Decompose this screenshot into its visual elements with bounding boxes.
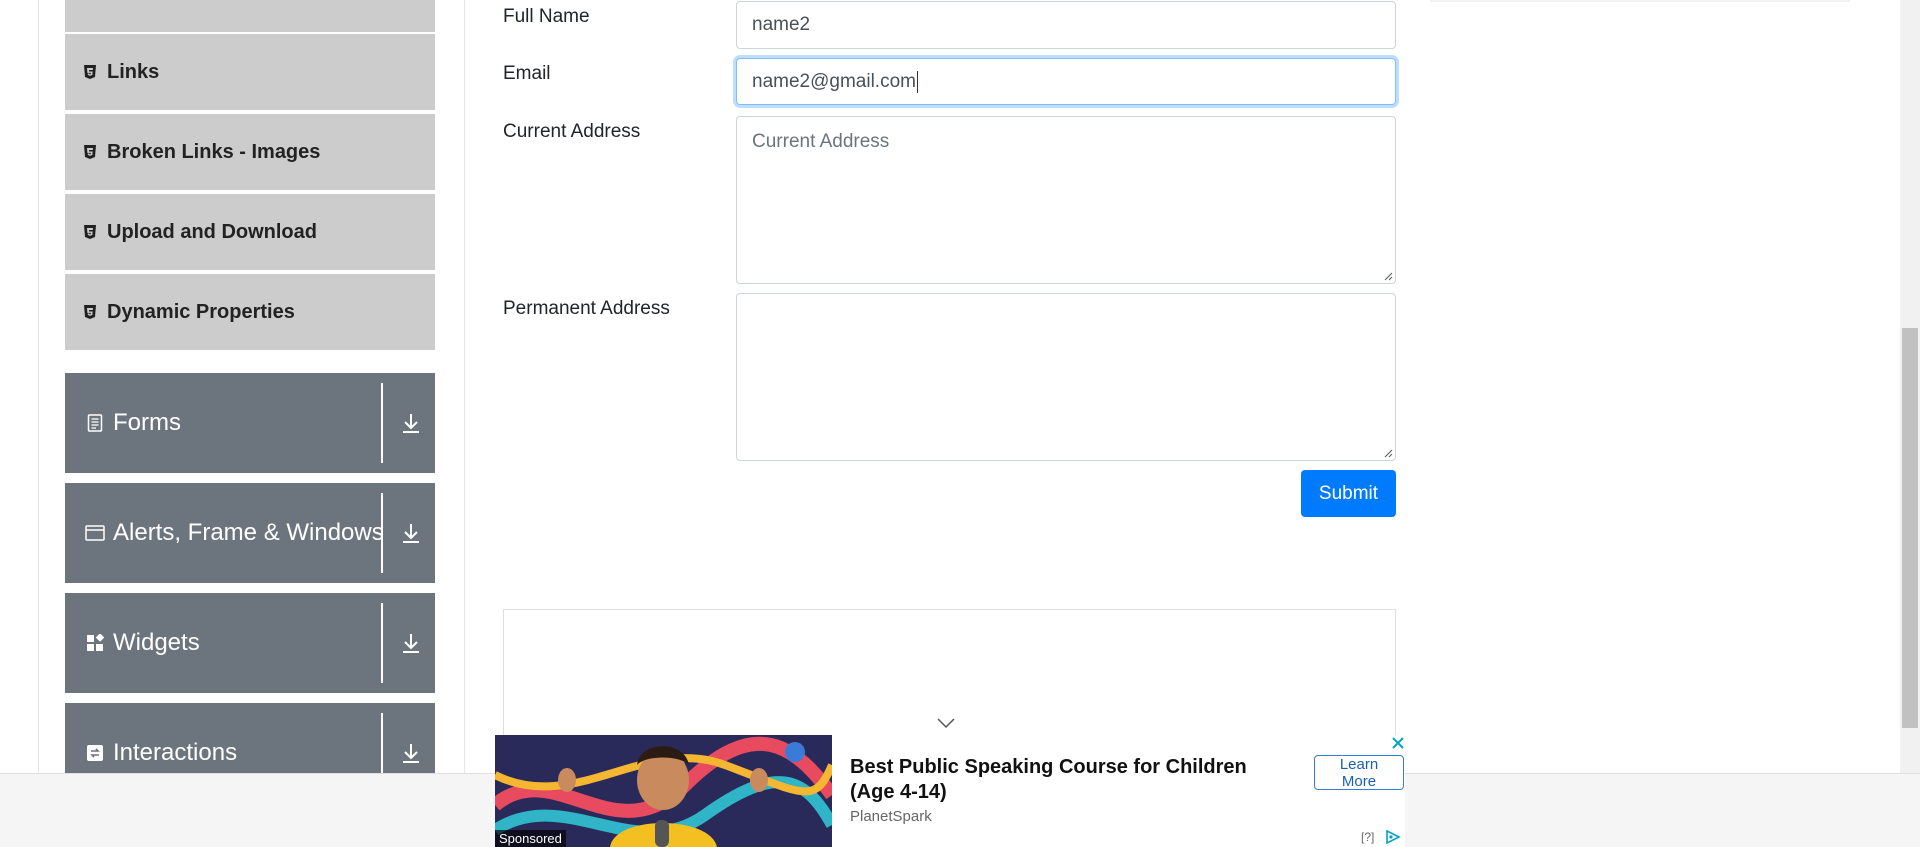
sidebar-item-label: Upload and Download <box>107 220 317 243</box>
email-label: Email <box>503 63 551 84</box>
sidebar-item-buttons-partial[interactable] <box>65 0 435 32</box>
sidebar-item-broken-links[interactable]: Broken Links - Images <box>65 112 435 190</box>
html5-icon <box>83 224 97 240</box>
sidebar-border <box>464 0 465 773</box>
current-address-placeholder: Current Address <box>752 131 890 152</box>
email-value: name2@gmail.com <box>752 70 916 92</box>
sidebar-group-forms[interactable]: Forms <box>65 373 435 473</box>
submit-button[interactable]: Submit <box>1301 470 1396 517</box>
document-icon <box>85 413 105 433</box>
sidebar-item-upload-download[interactable]: Upload and Download <box>65 192 435 270</box>
html5-icon <box>83 144 97 160</box>
sidebar-item-label: Broken Links - Images <box>107 140 321 163</box>
sidebar-item-links[interactable]: Links <box>65 32 435 110</box>
current-address-textarea[interactable]: Current Address <box>736 116 1396 284</box>
sidebar-item-label: Dynamic Properties <box>107 300 295 323</box>
html5-icon <box>83 304 97 320</box>
ad-title[interactable]: Best Public Speaking Course for Children… <box>850 755 1290 805</box>
page-container-border <box>38 0 39 773</box>
sidebar-group-widgets[interactable]: Widgets <box>65 593 435 693</box>
close-icon[interactable] <box>1390 735 1406 751</box>
group-divider <box>381 493 383 573</box>
full-name-value: name2 <box>752 14 811 35</box>
group-divider <box>381 603 383 683</box>
right-column-divider <box>1430 0 1850 2</box>
sidebar-group-label: Forms <box>113 409 181 436</box>
sidebar-item-label: Links <box>107 60 160 83</box>
learn-more-button[interactable]: Learn More <box>1314 755 1404 790</box>
scrollbar-thumb[interactable] <box>1902 328 1918 728</box>
permanent-address-label: Permanent Address <box>503 298 670 319</box>
sidebar-group-label: Alerts, Frame & Windows <box>113 519 384 546</box>
resize-grip-icon[interactable] <box>1383 271 1393 281</box>
permanent-address-textarea[interactable] <box>736 293 1396 461</box>
interactions-icon <box>85 743 105 763</box>
download-arrow-icon[interactable] <box>399 631 423 655</box>
window-icon <box>85 523 105 543</box>
ad-brand[interactable]: PlanetSpark <box>850 808 932 825</box>
ad-help-link[interactable]: [?] <box>1361 830 1374 844</box>
text-cursor <box>916 70 918 93</box>
download-arrow-icon[interactable] <box>399 741 423 765</box>
sidebar-item-dynamic-properties[interactable]: Dynamic Properties <box>65 272 435 350</box>
full-name-label: Full Name <box>503 6 590 27</box>
sidebar-group-label: Interactions <box>113 739 238 766</box>
widgets-icon <box>85 633 105 653</box>
sponsored-label: Sponsored <box>495 830 566 847</box>
sidebar-group-alerts[interactable]: Alerts, Frame & Windows <box>65 483 435 583</box>
group-divider <box>381 383 383 463</box>
current-address-label: Current Address <box>503 121 641 142</box>
adchoices-icon[interactable] <box>1385 830 1401 844</box>
download-arrow-icon[interactable] <box>399 411 423 435</box>
html5-icon <box>83 64 97 80</box>
ad-image[interactable]: Sponsored <box>495 735 832 847</box>
sponsored-ad[interactable]: Sponsored Best Public Speaking Course fo… <box>495 735 1405 847</box>
resize-grip-icon[interactable] <box>1383 448 1393 458</box>
sidebar-group-label: Widgets <box>113 629 200 656</box>
full-name-input[interactable]: name2 <box>736 1 1396 49</box>
email-input[interactable]: name2@gmail.com <box>736 58 1396 105</box>
download-arrow-icon[interactable] <box>399 521 423 545</box>
chevron-down-icon[interactable] <box>936 716 956 730</box>
